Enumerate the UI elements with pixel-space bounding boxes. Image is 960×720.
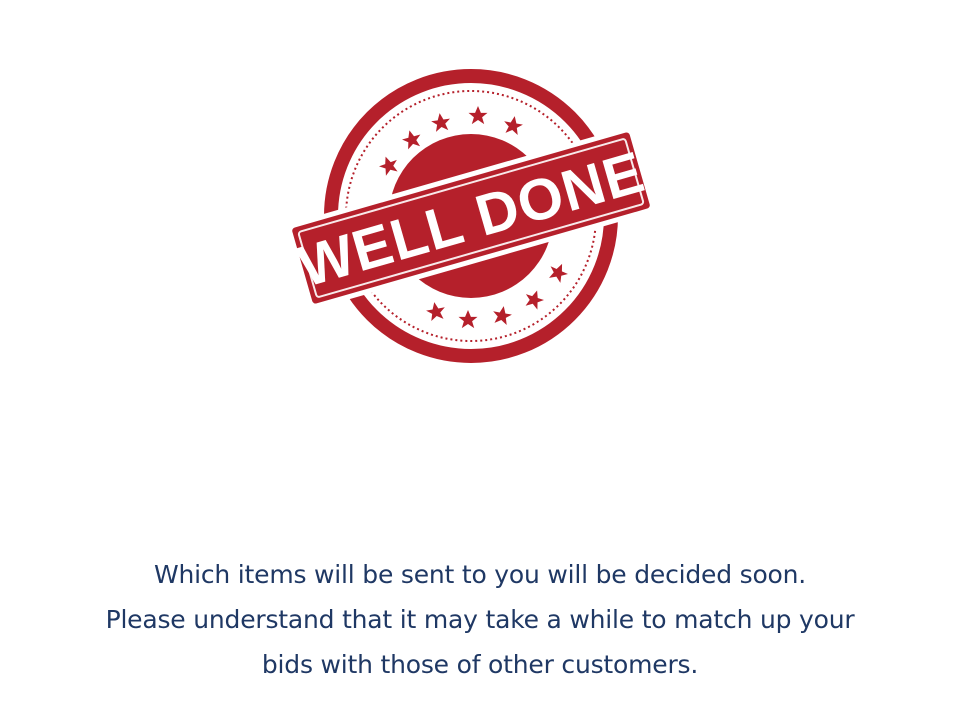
- slide: WELL DONE Which items will be sent to yo…: [0, 0, 960, 720]
- star-icon: [431, 113, 450, 132]
- star-icon: [525, 290, 544, 310]
- star-icon: [426, 302, 445, 322]
- message-line-1: Which items will be sent to you will be …: [153, 560, 807, 589]
- star-icon: [458, 310, 478, 329]
- star-icon: [402, 130, 421, 150]
- star-icon: [493, 306, 512, 326]
- well-done-stamp: WELL DONE: [286, 68, 656, 368]
- star-icon: [504, 116, 523, 136]
- message-line-2: Please understand that it may take a whi…: [105, 605, 855, 634]
- star-icon: [379, 156, 398, 176]
- info-message: Which items will be sent to you will be …: [40, 552, 920, 687]
- star-icon: [468, 106, 488, 125]
- star-icon: [549, 263, 568, 283]
- message-line-3: bids with those of other customers.: [261, 650, 699, 679]
